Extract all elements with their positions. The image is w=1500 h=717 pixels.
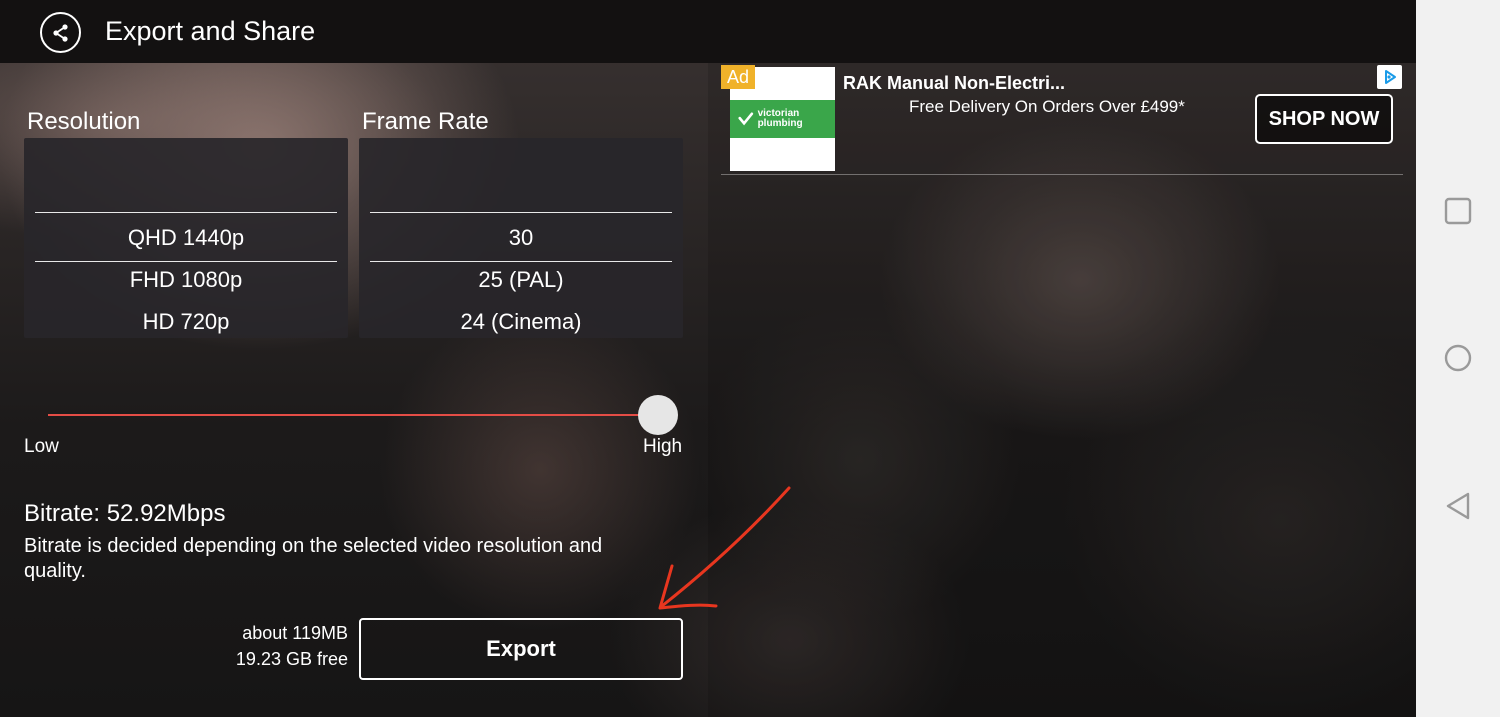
frame-rate-option-24[interactable]: 24 (Cinema) [359,309,683,335]
export-size-info: about 119MB 19.23 GB free [190,620,348,672]
picker-divider [370,261,672,262]
export-screen: Export and Share Resolution QHD 1440p FH… [0,0,1416,717]
frame-rate-label: Frame Rate [362,108,489,135]
recents-button[interactable] [1438,191,1478,231]
share-icon [52,23,68,42]
quality-low-label: Low [24,436,59,457]
resolution-option-fhd[interactable]: FHD 1080p [24,267,348,293]
export-button[interactable]: Export [359,618,683,680]
advertiser-logo-band: victorian plumbing [730,100,835,138]
home-button[interactable] [1438,338,1478,378]
bitrate-description: Bitrate is decided depending on the sele… [24,535,603,582]
ad-title[interactable]: RAK Manual Non-Electri... [843,73,1065,94]
page-title: Export and Share [105,16,316,46]
triangle-back-icon [1446,492,1470,520]
picker-divider [370,212,672,213]
advertiser-logo-text: victorian plumbing [757,108,803,129]
resolution-option-hd[interactable]: HD 720p [24,309,348,335]
quality-slider-thumb[interactable] [638,395,678,435]
frame-rate-picker[interactable]: 30 25 (PAL) 24 (Cinema) [359,138,683,338]
resolution-label: Resolution [27,108,141,135]
back-button[interactable] [1438,486,1478,526]
ad-badge: Ad [721,65,755,89]
picker-divider [35,261,337,262]
system-nav-bar [1416,0,1500,717]
app-bar: Export and Share [0,0,1416,63]
square-icon [1444,197,1472,225]
quality-high-label: High [643,436,683,457]
share-button[interactable] [40,12,81,53]
size-estimate: about 119MB [242,623,348,643]
ad-divider [721,174,1403,175]
quality-slider-track[interactable] [48,414,658,416]
annotation-arrow-icon [658,486,791,610]
shop-now-button[interactable]: SHOP NOW [1255,94,1393,144]
resolution-picker[interactable]: QHD 1440p FHD 1080p HD 720p [24,138,348,338]
checkmark-icon [738,112,754,126]
bitrate-value: Bitrate: 52.92Mbps [24,500,226,527]
adchoices-button[interactable] [1377,65,1402,89]
adchoices-icon [1384,70,1396,84]
ad-banner[interactable]: victorian plumbing Ad RAK Manual Non-Ele… [721,63,1403,175]
free-space: 19.23 GB free [235,649,348,669]
frame-rate-option-25[interactable]: 25 (PAL) [359,267,683,293]
frame-rate-option-30[interactable]: 30 [359,225,683,251]
ad-subtitle: Free Delivery On Orders Over £499* [909,97,1185,116]
circle-icon [1444,344,1472,372]
picker-divider [35,212,337,213]
resolution-option-qhd[interactable]: QHD 1440p [24,225,348,251]
